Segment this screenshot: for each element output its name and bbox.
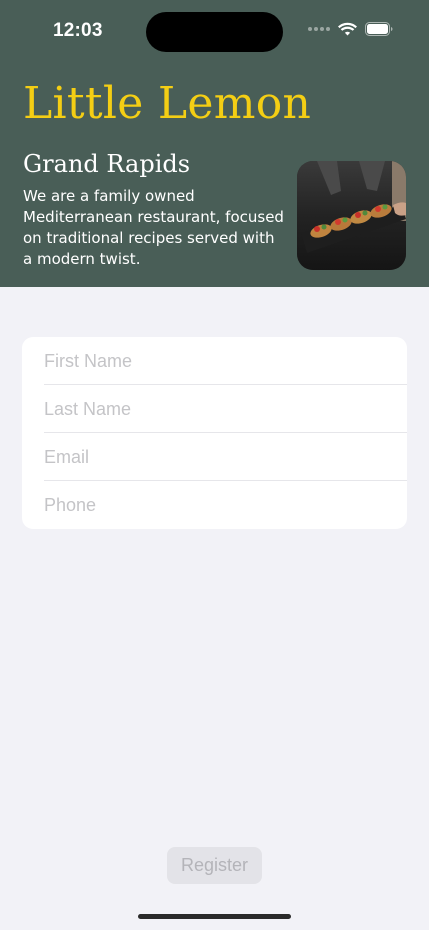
status-icons (308, 22, 393, 36)
last-name-field[interactable] (44, 385, 394, 433)
register-button[interactable]: Register (167, 847, 262, 884)
restaurant-description: We are a family owned Mediterranean rest… (23, 187, 284, 268)
wifi-icon (338, 22, 357, 36)
first-name-field[interactable] (44, 337, 394, 385)
city-name: Grand Rapids (23, 150, 191, 178)
registration-form (22, 337, 407, 529)
email-field[interactable] (44, 433, 394, 481)
phone-field[interactable] (44, 481, 394, 529)
email-row (22, 433, 407, 481)
dynamic-island (146, 12, 283, 52)
hero-food-image (297, 161, 406, 270)
status-time: 12:03 (53, 20, 103, 41)
home-indicator[interactable] (138, 914, 291, 919)
first-name-row (22, 337, 407, 385)
hero-section: 12:03 Little Lemon Grand Rapids We are a… (0, 0, 429, 287)
phone-row (22, 481, 407, 529)
app-title: Little Lemon (23, 78, 312, 129)
battery-icon (365, 22, 393, 36)
cellular-signal-icon (308, 27, 330, 31)
last-name-row (22, 385, 407, 433)
status-bar: 12:03 (0, 0, 429, 60)
